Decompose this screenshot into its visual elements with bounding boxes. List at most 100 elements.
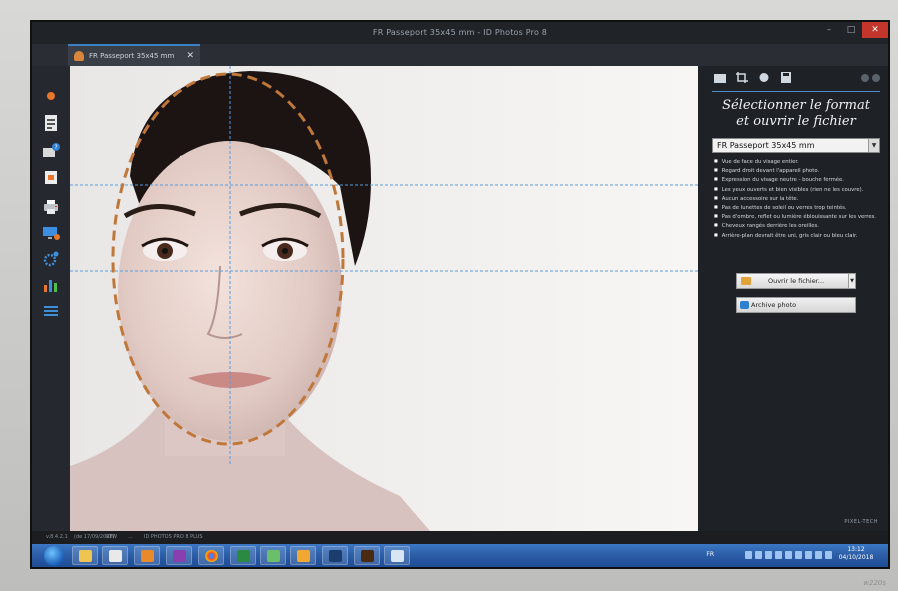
archive-photo-button[interactable]: Archive photo <box>736 297 856 313</box>
list-item: Cheveux rangés derrière les oreilles. <box>714 221 886 230</box>
files-icon <box>109 550 122 562</box>
open-file-dropdown-icon[interactable]: ▼ <box>848 273 856 289</box>
svg-text:?: ? <box>55 144 58 151</box>
panel-divider <box>712 91 880 92</box>
spreadsheet-icon <box>267 550 280 562</box>
heading-line-1: Sélectionner le format <box>722 98 870 113</box>
save-icon[interactable] <box>780 72 792 83</box>
taskbar-explorer[interactable] <box>72 546 98 565</box>
volume-icon[interactable] <box>825 551 832 559</box>
status-separator: ... <box>128 534 133 540</box>
printer-icon[interactable] <box>41 198 61 216</box>
tray-app-icon[interactable] <box>785 551 792 559</box>
retouch-icon[interactable] <box>758 72 770 83</box>
list-item: Aucun accessoire sur la tête. <box>714 194 886 203</box>
archive-photo-label: Archive photo <box>751 301 797 309</box>
left-toolbar: ? ⏻ <box>32 66 70 560</box>
network-icon[interactable] <box>815 551 822 559</box>
orange-dot-icon[interactable] <box>41 88 61 106</box>
window-title: FR Passeport 35x45 mm - ID Photos Pro 8 <box>372 28 548 37</box>
tray-app-icon[interactable] <box>795 551 802 559</box>
pixel-tech-logo: PIXEL-TECH <box>844 519 878 525</box>
panel-heading: Sélectionner le format et ouvrir le fich… <box>708 98 884 130</box>
monitor-screen: FR Passeport 35x45 mm - ID Photos Pro 8 … <box>32 22 888 567</box>
start-button[interactable] <box>44 546 64 566</box>
clock-time: 13:12 <box>847 546 865 553</box>
document-grid-icon[interactable] <box>41 114 61 132</box>
photoshop-icon <box>329 550 342 562</box>
list-item: Regard droit devant l'appareil photo. <box>714 166 886 175</box>
close-button[interactable]: ✕ <box>862 22 888 38</box>
taskbar-chrome[interactable] <box>198 546 224 565</box>
tab-close-icon[interactable]: ✕ <box>186 51 194 61</box>
help-folder-icon[interactable]: ? <box>41 142 61 160</box>
taskbar-illustrator[interactable] <box>354 546 380 565</box>
menu-list-icon[interactable] <box>41 302 61 320</box>
monitor-model-label: w220s <box>863 579 886 587</box>
chrome-icon <box>205 550 218 562</box>
taskbar-outlook[interactable] <box>134 546 160 565</box>
settings-gear-icon[interactable] <box>41 250 61 268</box>
list-item: Pas d'ombre, reflet ou lumière éblouissa… <box>714 212 886 221</box>
format-rules-list: Vue de face du visage entier. Regard dro… <box>714 157 886 240</box>
minimize-button[interactable]: – <box>818 22 840 38</box>
folder-icon[interactable] <box>714 72 726 83</box>
photo-canvas[interactable] <box>70 66 698 531</box>
onenote-icon <box>173 550 186 562</box>
panel-nav <box>861 74 880 82</box>
camera-card-icon[interactable] <box>41 168 61 186</box>
taskbar-onenote[interactable] <box>166 546 192 565</box>
list-item: Arrière-plan devrait être uni, gris clai… <box>714 231 886 240</box>
crop-icon[interactable] <box>736 72 748 83</box>
explorer-icon <box>79 550 92 562</box>
windows-taskbar: FR 13:12 04/10/2018 <box>32 544 888 567</box>
taskbar-excel[interactable] <box>230 546 256 565</box>
flag-icon[interactable] <box>805 551 812 559</box>
list-item: Pas de lunettes de soleil ou verres trop… <box>714 203 886 212</box>
tray-app-icon[interactable] <box>745 551 752 559</box>
list-item: Expression du visage neutre - bouche fer… <box>714 175 886 184</box>
previous-step-icon[interactable] <box>861 74 869 82</box>
open-file-label: Ouvrir le fichier... <box>767 277 825 285</box>
folder-icon <box>741 277 751 285</box>
layers-icon <box>740 301 749 309</box>
format-panel: Sélectionner le format et ouvrir le fich… <box>698 66 888 531</box>
taskbar-sheet[interactable] <box>260 546 286 565</box>
tab-passport-format[interactable]: FR Passeport 35x45 mm ✕ <box>68 44 200 66</box>
list-item: Les yeux ouverts et bien visibles (rien … <box>714 185 886 194</box>
taskbar-files[interactable] <box>102 546 128 565</box>
folder-icon <box>297 550 310 562</box>
statistics-chart-icon[interactable] <box>41 276 61 294</box>
format-dropdown[interactable]: FR Passeport 35x45 mm ▼ <box>712 138 880 153</box>
monitor-export-icon[interactable] <box>41 224 61 242</box>
idphotos-icon <box>391 550 404 562</box>
excel-icon <box>237 550 250 562</box>
mode-text: RTW <box>106 534 118 540</box>
window-controls: – □ ✕ <box>818 22 888 40</box>
language-indicator[interactable]: FR <box>706 551 714 558</box>
format-status: ID PHOTOS PRO 8 PLUS <box>144 534 203 540</box>
taskbar-idphotos[interactable] <box>384 546 410 565</box>
illustrator-icon <box>361 550 374 562</box>
chevron-down-icon[interactable]: ▼ <box>868 139 879 152</box>
tray-app-icon[interactable] <box>755 551 762 559</box>
format-selected-value: FR Passeport 35x45 mm <box>717 141 815 150</box>
status-bar: v.8.4.2.1 (de 17/09/2018) RTW ... ID PHO… <box>32 531 888 544</box>
version-text: v.8.4.2.1 <box>46 534 68 540</box>
taskbar-photoshop[interactable] <box>322 546 348 565</box>
tab-label: FR Passeport 35x45 mm <box>89 52 175 60</box>
panel-toolbar <box>714 72 792 83</box>
portrait-photo <box>70 66 698 531</box>
open-file-button[interactable]: Ouvrir le fichier... ▼ <box>736 273 856 289</box>
tray-icons <box>745 551 832 559</box>
person-icon <box>74 51 84 61</box>
system-tray: FR 13:12 04/10/2018 <box>684 544 884 567</box>
taskbar-clock[interactable]: 13:12 04/10/2018 <box>836 546 876 562</box>
maximize-button[interactable]: □ <box>840 22 862 38</box>
next-step-icon[interactable] <box>872 74 880 82</box>
list-item: Vue de face du visage entier. <box>714 157 886 166</box>
tray-app-icon[interactable] <box>765 551 772 559</box>
tray-app-icon[interactable] <box>775 551 782 559</box>
taskbar-folder[interactable] <box>290 546 316 565</box>
tab-strip: FR Passeport 35x45 mm ✕ <box>32 44 888 66</box>
